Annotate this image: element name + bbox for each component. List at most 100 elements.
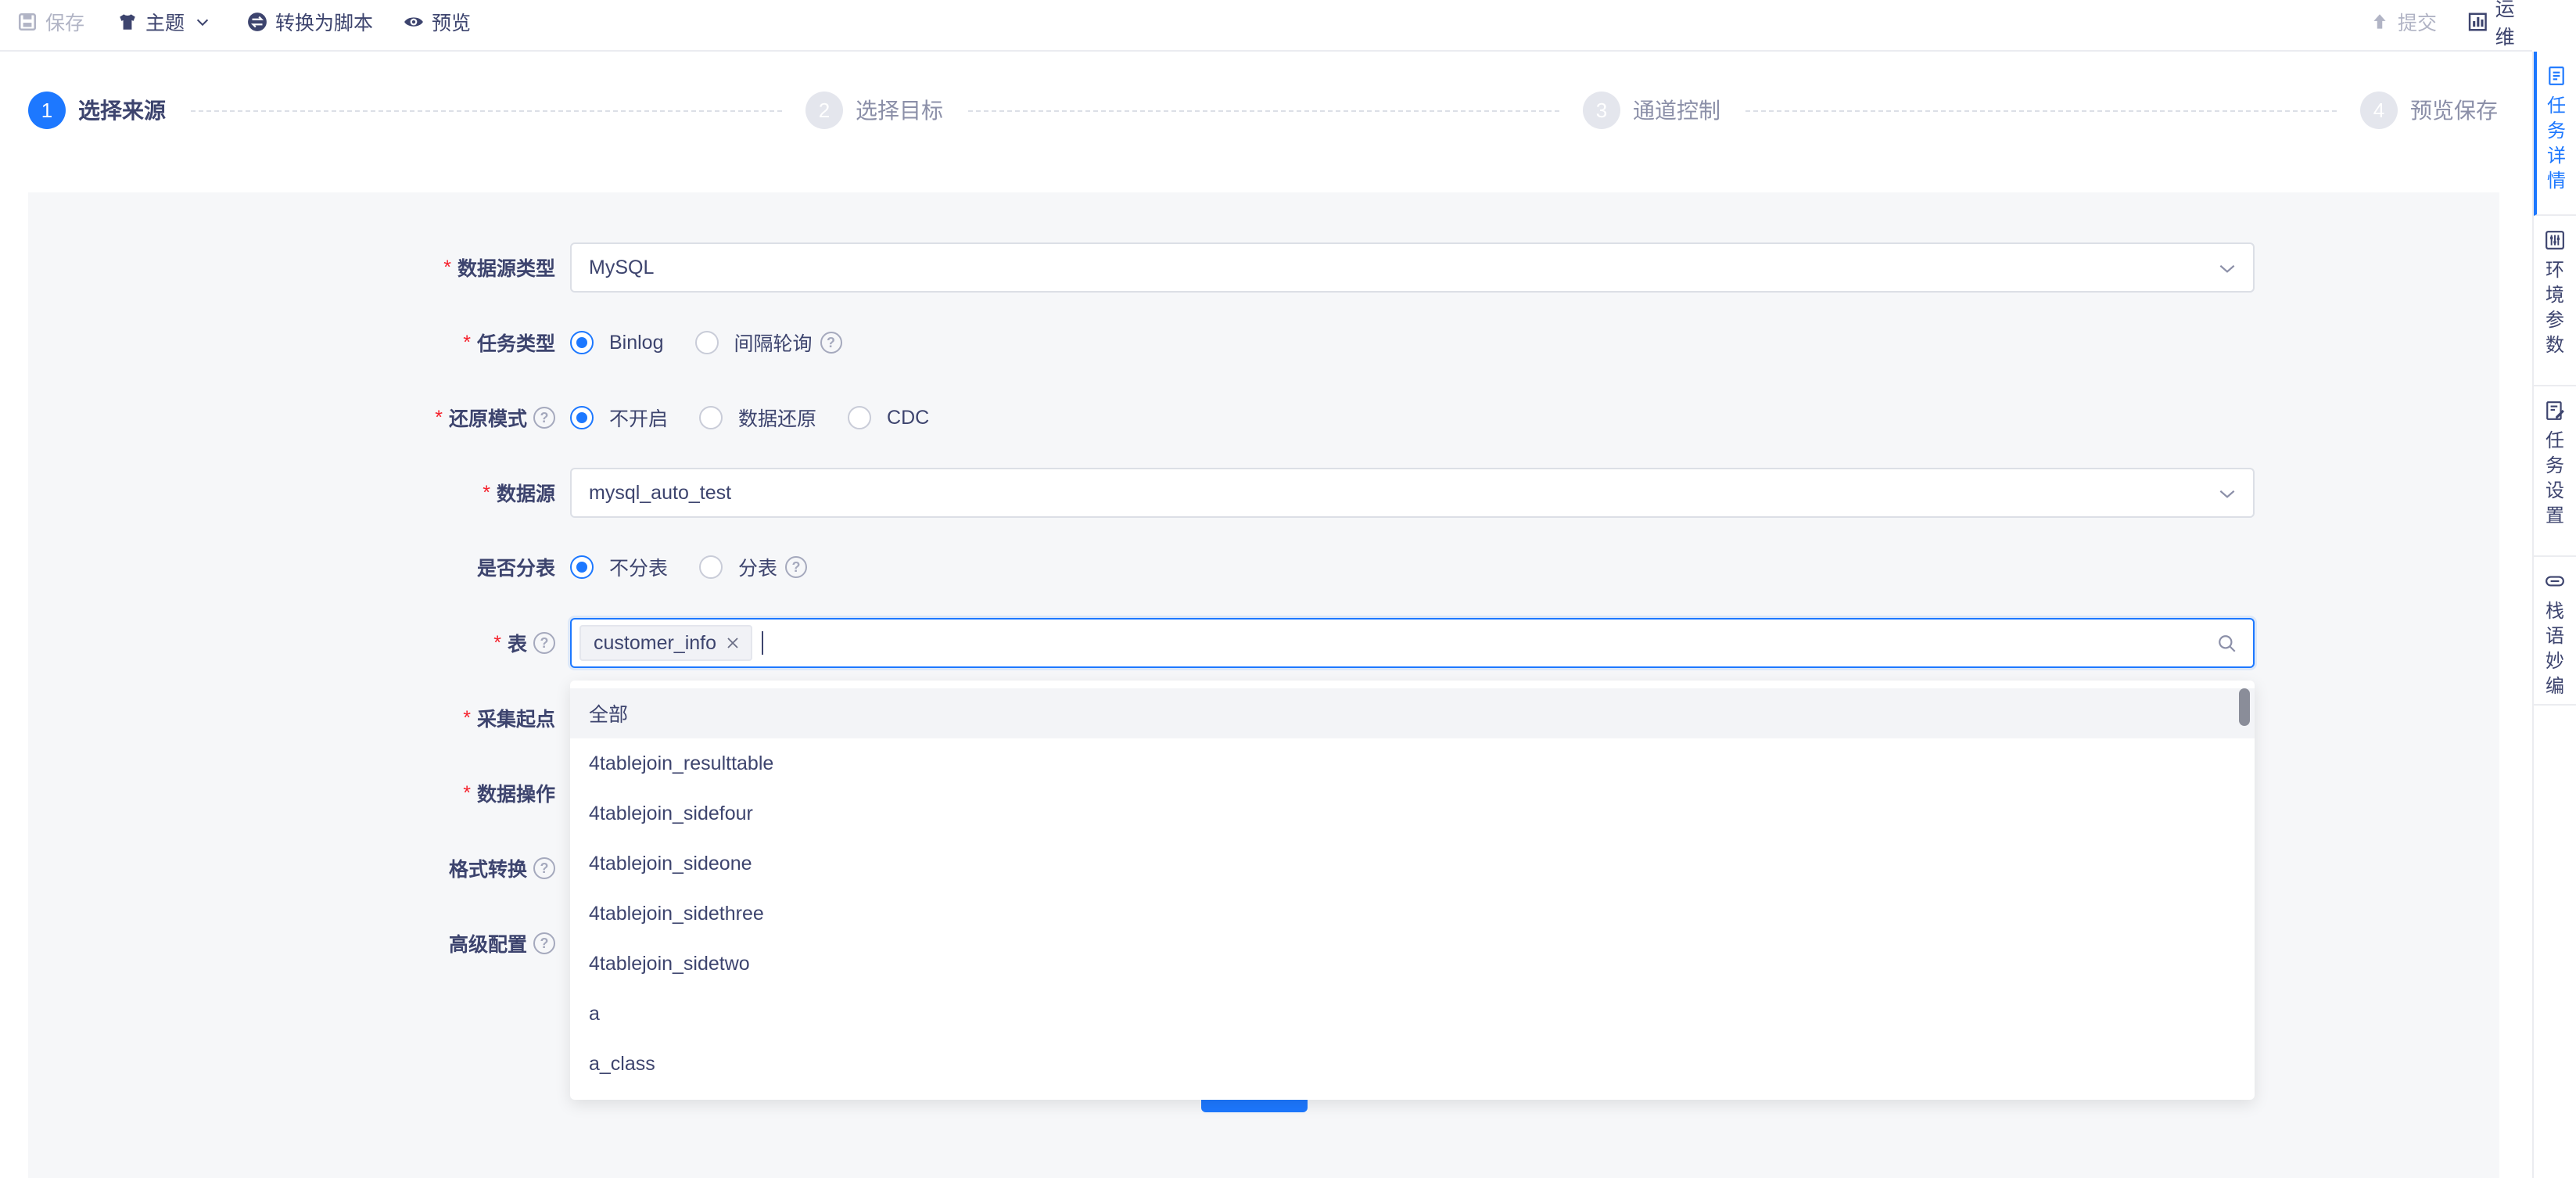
radio-no-sharding[interactable]: 不分表 (570, 553, 668, 581)
task-type-label-wrap: * 任务类型 (235, 327, 555, 358)
dropdown-option[interactable]: 4tablejoin_sideone (570, 839, 2255, 889)
dropdown-option[interactable]: 4tablejoin_sidefour (570, 788, 2255, 839)
dropdown-scrollbar[interactable] (2239, 688, 2250, 726)
ops-label: 运维 (2495, 0, 2515, 48)
side-tab-label: 栈语妙编 (2546, 601, 2564, 697)
side-tab-code-editor[interactable]: 栈语妙编 (2534, 557, 2576, 706)
selected-table-tag: customer_info (579, 625, 753, 661)
data-ops-label: 数据操作 (476, 784, 555, 806)
side-tab-task-settings[interactable]: 任务设置 (2534, 386, 2576, 557)
radio-label: 不分表 (609, 558, 669, 580)
help-icon[interactable]: ? (533, 857, 555, 879)
save-button[interactable]: 保存 (17, 6, 84, 38)
radio-label: 间隔轮询 (734, 333, 813, 355)
data-ops-label-wrap: * 数据操作 (235, 778, 555, 809)
side-tab-env-params[interactable]: 环境参数 (2534, 216, 2576, 386)
search-icon (2219, 635, 2236, 652)
step-connector (191, 110, 782, 112)
table-multiselect[interactable]: customer_info (570, 618, 2255, 668)
help-icon[interactable]: ? (533, 632, 555, 654)
radio-cdc[interactable]: CDC (848, 406, 929, 429)
save-label: 保存 (45, 13, 85, 34)
text-cursor (762, 631, 764, 655)
theme-button[interactable]: 主题 (117, 6, 211, 38)
chevron-down-icon (2219, 490, 2235, 498)
radio-circle (699, 555, 723, 579)
submit-button[interactable]: 提交 (2370, 6, 2437, 38)
submit-label: 提交 (2398, 13, 2438, 34)
theme-label: 主题 (145, 13, 185, 34)
side-tab-task-detail[interactable]: 任务详情 (2534, 52, 2576, 216)
step-4-number: 4 (2360, 92, 2398, 129)
side-tab-label: 任务详情 (2547, 95, 2566, 192)
step-3-number: 3 (1583, 92, 1620, 129)
preview-button[interactable]: 预览 (404, 6, 471, 38)
radio-sharding[interactable]: 分表 (699, 553, 777, 581)
datasource-select[interactable]: mysql_auto_test (570, 468, 2255, 518)
side-panel: 任务详情 环境参数 任务设置 栈语妙编 (2532, 52, 2576, 1178)
close-icon[interactable] (726, 636, 740, 650)
datasource-type-label: 数据源类型 (457, 258, 555, 280)
side-tab-label: 环境参数 (2546, 260, 2564, 356)
chevron-down-icon (196, 19, 209, 27)
save-icon (18, 13, 37, 31)
preview-label: 预览 (432, 13, 472, 34)
ops-button[interactable]: 运维 (2468, 0, 2532, 48)
radio-label: 不开启 (609, 408, 669, 430)
side-tab-label: 任务设置 (2546, 430, 2564, 526)
document-icon (2549, 66, 2564, 85)
restore-mode-label: 还原模式 (448, 408, 527, 430)
sharding-label: 是否分表 (476, 558, 555, 580)
collect-start-label: 采集起点 (476, 709, 555, 731)
datasource-label: 数据源 (496, 483, 555, 505)
required-mark: * (463, 781, 471, 804)
step-4-label: 预览保存 (2410, 99, 2499, 123)
dropdown-option[interactable]: a (570, 989, 2255, 1039)
dropdown-option[interactable]: a_class (570, 1039, 2255, 1089)
datasource-type-value: MySQL (589, 256, 655, 278)
dropdown-option[interactable]: 全部 (570, 688, 2255, 738)
advanced-label-wrap: 高级配置? (235, 928, 555, 959)
dropdown-option[interactable]: 4tablejoin_resulttable (570, 738, 2255, 788)
help-icon[interactable]: ? (533, 407, 555, 429)
sliders-icon (2546, 231, 2564, 250)
convert-to-script-button[interactable]: 转换为脚本 (247, 6, 373, 38)
collect-start-label-wrap: * 采集起点 (235, 702, 555, 734)
chevron-down-icon (2219, 264, 2235, 273)
restore-mode-radio-group: 不开启 数据还原 CDC (570, 402, 960, 433)
step-2-number: 2 (805, 92, 843, 129)
datasource-type-select[interactable]: MySQL (570, 242, 2255, 293)
required-mark: * (443, 256, 451, 278)
required-mark: * (463, 706, 471, 729)
datasource-type-label-wrap: * 数据源类型 (235, 252, 555, 283)
table-label-wrap: * 表? (235, 627, 555, 659)
table-dropdown: 全部 4tablejoin_resulttable 4tablejoin_sid… (570, 681, 2255, 1100)
link-icon (2546, 576, 2564, 587)
eye-icon (404, 17, 423, 27)
upload-icon (2373, 14, 2386, 29)
radio-circle (694, 331, 719, 354)
step-1-label: 选择来源 (78, 99, 167, 123)
radio-data-restore[interactable]: 数据还原 (699, 404, 816, 432)
datasource-value: mysql_auto_test (589, 481, 732, 504)
help-icon[interactable]: ? (533, 932, 555, 954)
top-toolbar: 保存 主题 转换为脚本 预览 提交 运维 (0, 0, 2532, 52)
help-icon[interactable]: ? (820, 332, 842, 354)
radio-label: Binlog (609, 331, 664, 354)
format-convert-label: 格式转换 (448, 859, 527, 881)
radio-label: CDC (887, 406, 930, 429)
required-mark: * (435, 406, 443, 429)
radio-label: 数据还原 (738, 408, 817, 430)
shirt-icon (120, 14, 135, 30)
help-icon[interactable]: ? (785, 556, 808, 578)
radio-interval-polling[interactable]: 间隔轮询 (694, 329, 813, 357)
radio-disabled[interactable]: 不开启 (570, 404, 668, 432)
dropdown-option[interactable]: 4tablejoin_sidethree (570, 889, 2255, 939)
dropdown-option[interactable]: 4tablejoin_sidetwo (570, 939, 2255, 989)
radio-binlog[interactable]: Binlog (570, 331, 664, 354)
step-connector (968, 110, 1559, 112)
edit-document-icon (2546, 401, 2564, 420)
required-mark: * (463, 331, 471, 354)
radio-circle (848, 406, 872, 429)
convert-icon (248, 13, 267, 31)
